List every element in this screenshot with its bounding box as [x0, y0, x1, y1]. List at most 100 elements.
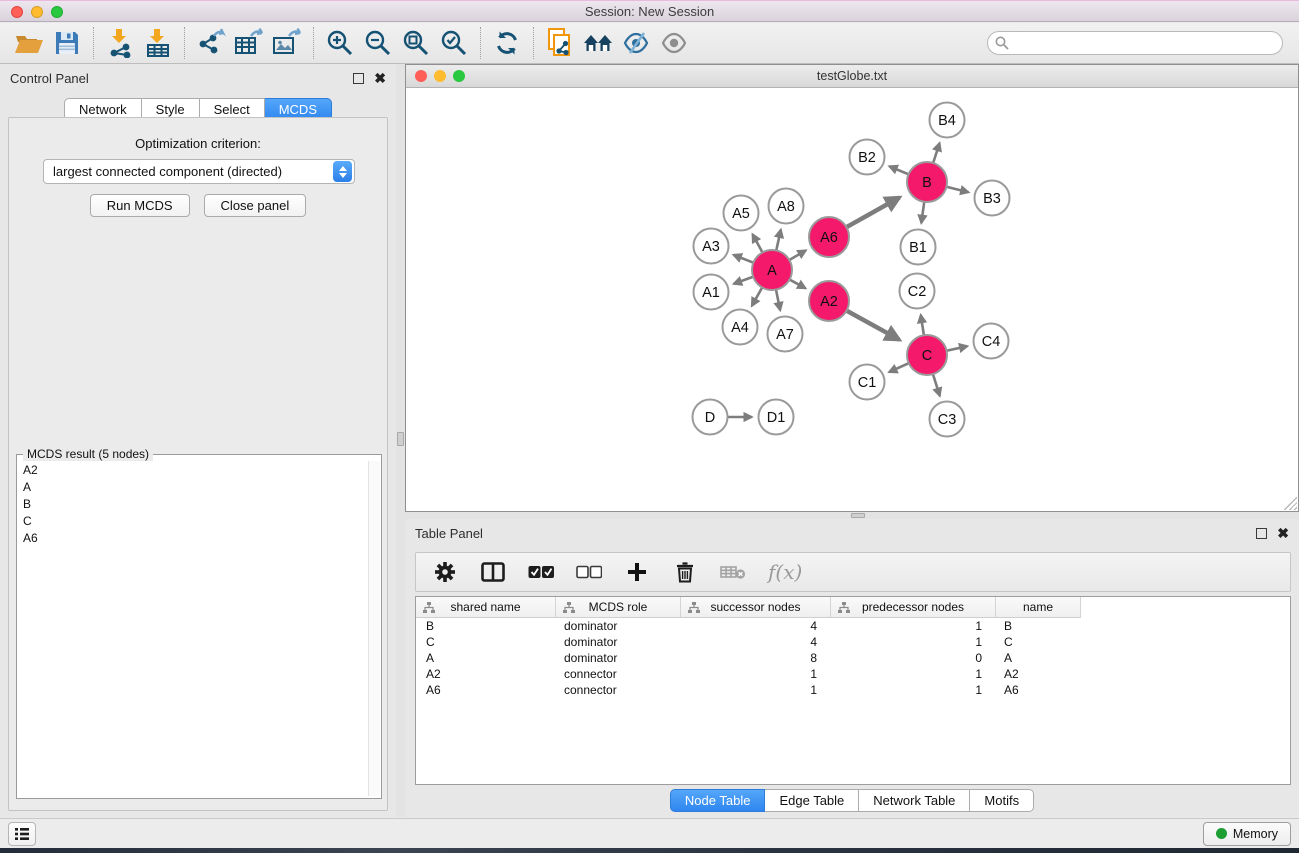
node-A2[interactable]: A2 — [809, 281, 849, 321]
float-panel-icon[interactable] — [353, 73, 364, 84]
window-controls[interactable] — [11, 6, 63, 18]
edge-A-A1[interactable] — [734, 277, 753, 284]
node-D1[interactable]: D1 — [759, 400, 794, 435]
search-input[interactable] — [987, 31, 1283, 55]
result-item[interactable]: C — [18, 512, 367, 529]
node-B4[interactable]: B4 — [930, 103, 965, 138]
node-A4[interactable]: A4 — [723, 310, 758, 345]
show-columns-icon[interactable] — [480, 559, 506, 585]
edge-B-B2[interactable] — [889, 166, 908, 174]
table-row[interactable]: A6connector11A6 — [416, 682, 1290, 698]
memory-button[interactable]: Memory — [1203, 822, 1291, 846]
edge-A-A8[interactable] — [776, 230, 781, 251]
task-history-icon[interactable] — [8, 822, 36, 846]
node-B3[interactable]: B3 — [975, 181, 1010, 216]
edge-C-C2[interactable] — [921, 315, 924, 335]
result-item[interactable]: A2 — [18, 461, 367, 478]
table-tab-network-table[interactable]: Network Table — [859, 789, 970, 812]
edge-B-B1[interactable] — [921, 202, 924, 223]
edge-A-A5[interactable] — [753, 234, 763, 252]
delete-table-icon[interactable] — [720, 559, 746, 585]
node-C2[interactable]: C2 — [900, 274, 935, 309]
table-row[interactable]: A2connector11A2 — [416, 666, 1290, 682]
import-network-icon[interactable] — [101, 26, 139, 60]
home-icon[interactable] — [579, 26, 617, 60]
function-builder-icon[interactable]: f(x) — [768, 560, 802, 584]
save-session-icon[interactable] — [48, 26, 86, 60]
node-B[interactable]: B — [907, 162, 947, 202]
result-item[interactable]: A6 — [18, 529, 367, 546]
vertical-split-divider[interactable] — [396, 64, 405, 817]
result-item[interactable]: A — [18, 478, 367, 495]
edge-C-C4[interactable] — [947, 346, 968, 351]
optimization-dropdown[interactable]: largest connected component (directed) — [43, 159, 355, 184]
close-panel-icon[interactable]: ✖ — [374, 73, 386, 84]
table-tab-node-table[interactable]: Node Table — [670, 789, 766, 812]
close-window-button[interactable] — [11, 6, 23, 18]
node-B1[interactable]: B1 — [901, 230, 936, 265]
network-window-controls[interactable] — [415, 70, 465, 82]
add-icon[interactable] — [624, 559, 650, 585]
node-C[interactable]: C — [907, 335, 947, 375]
show-hide-style-icon[interactable] — [617, 26, 655, 60]
node-C3[interactable]: C3 — [930, 402, 965, 437]
zoom-window-button[interactable] — [51, 6, 63, 18]
node-D[interactable]: D — [693, 400, 728, 435]
show-hide-view-icon[interactable] — [655, 26, 693, 60]
network-close-button[interactable] — [415, 70, 427, 82]
edge-C-C3[interactable] — [933, 374, 940, 396]
export-network-icon[interactable] — [192, 26, 230, 60]
column-header-shared-name[interactable]: shared name — [416, 597, 556, 618]
close-panel-button[interactable]: Close panel — [204, 194, 307, 217]
mcds-result-list[interactable]: A2ABCA6 — [18, 461, 367, 796]
table-row[interactable]: Cdominator41C — [416, 634, 1290, 650]
node-A[interactable]: A — [752, 250, 792, 290]
table-row[interactable]: Adominator80A — [416, 650, 1290, 666]
float-table-panel-icon[interactable] — [1256, 528, 1267, 539]
node-C1[interactable]: C1 — [850, 365, 885, 400]
resize-grip[interactable] — [1284, 497, 1297, 510]
edge-A6-B[interactable] — [846, 198, 899, 228]
node-A7[interactable]: A7 — [768, 317, 803, 352]
minimize-window-button[interactable] — [31, 6, 43, 18]
zoom-out-icon[interactable] — [359, 26, 397, 60]
close-table-panel-icon[interactable]: ✖ — [1277, 528, 1289, 539]
select-all-icon[interactable] — [528, 559, 554, 585]
zoom-in-icon[interactable] — [321, 26, 359, 60]
node-B2[interactable]: B2 — [850, 140, 885, 175]
table-tab-edge-table[interactable]: Edge Table — [765, 789, 859, 812]
column-header-name[interactable]: name — [996, 597, 1081, 618]
delete-icon[interactable] — [672, 559, 698, 585]
edge-C-C1[interactable] — [889, 363, 909, 372]
result-scrollbar[interactable] — [368, 461, 380, 796]
result-item[interactable]: B — [18, 495, 367, 512]
node-A3[interactable]: A3 — [694, 229, 729, 264]
export-image-icon[interactable] — [268, 26, 306, 60]
table-settings-icon[interactable] — [432, 559, 458, 585]
new-network-icon[interactable] — [541, 26, 579, 60]
edge-B-B3[interactable] — [946, 187, 968, 192]
node-table[interactable]: shared nameMCDS rolesuccessor nodesprede… — [415, 596, 1291, 785]
column-header-MCDS-role[interactable]: MCDS role — [556, 597, 681, 618]
network-minimize-button[interactable] — [434, 70, 446, 82]
network-canvas[interactable]: B4B2BB3A5A8A6A3B1AA1C2A2A4A7CC4C1C3DD1 — [406, 88, 1298, 511]
edge-A-A2[interactable] — [790, 280, 806, 289]
node-A6[interactable]: A6 — [809, 217, 849, 257]
import-table-icon[interactable] — [139, 26, 177, 60]
edge-A-A6[interactable] — [789, 250, 806, 260]
horizontal-split-divider[interactable] — [405, 512, 1299, 519]
node-C4[interactable]: C4 — [974, 324, 1009, 359]
column-header-successor-nodes[interactable]: successor nodes — [681, 597, 831, 618]
deselect-all-icon[interactable] — [576, 559, 602, 585]
node-A8[interactable]: A8 — [769, 189, 804, 224]
refresh-icon[interactable] — [488, 26, 526, 60]
edge-A-A4[interactable] — [752, 287, 762, 305]
network-graph[interactable]: B4B2BB3A5A8A6A3B1AA1C2A2A4A7CC4C1C3DD1 — [406, 88, 1298, 511]
network-zoom-button[interactable] — [453, 70, 465, 82]
zoom-selected-icon[interactable] — [435, 26, 473, 60]
edge-A2-C[interactable] — [847, 311, 900, 340]
table-tab-motifs[interactable]: Motifs — [970, 789, 1034, 812]
edge-A-A3[interactable] — [734, 255, 754, 263]
run-mcds-button[interactable]: Run MCDS — [90, 194, 190, 217]
column-header-predecessor-nodes[interactable]: predecessor nodes — [831, 597, 996, 618]
